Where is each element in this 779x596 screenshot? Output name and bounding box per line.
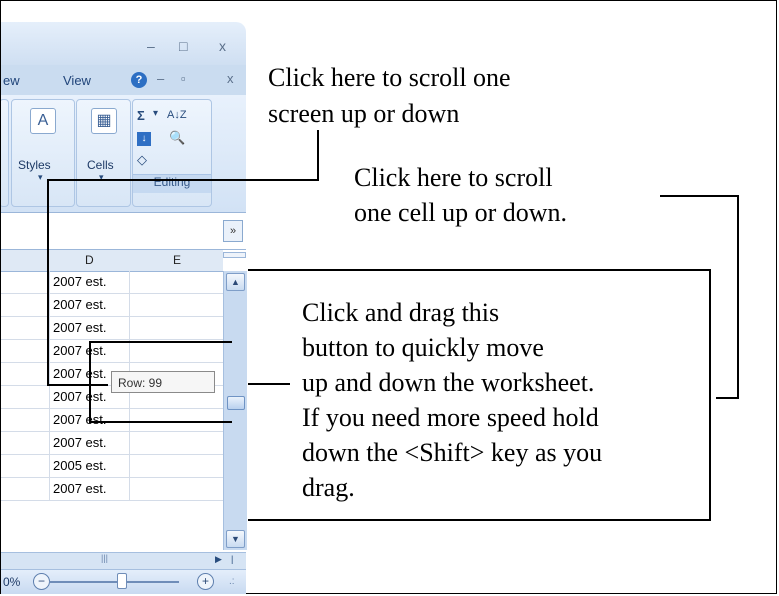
callout-line-page-scroll (47, 130, 319, 386)
annotation-drag-line6: drag. (302, 473, 355, 502)
annotation-drag-line1: Click and drag this (302, 298, 500, 327)
annotation-page-scroll-line2: screen up or down (268, 99, 460, 128)
annotation-cell-scroll-line1: Click here to scroll (354, 163, 553, 192)
annotation-drag-line5: down the <Shift> key as you (302, 438, 603, 467)
annotation-drag-line4: If you need more speed hold (302, 403, 599, 432)
annotation-drag-line2: button to quickly move (302, 333, 544, 362)
annotation-drag-line3: up and down the worksheet. (302, 368, 595, 397)
annotation-cell-scroll-line2: one cell up or down. (354, 198, 568, 227)
callout-line-drag-box (89, 341, 232, 423)
annotation-page-scroll-line1: Click here to scroll one (268, 63, 511, 92)
callout-line-cell-scroll-connector (660, 195, 739, 399)
